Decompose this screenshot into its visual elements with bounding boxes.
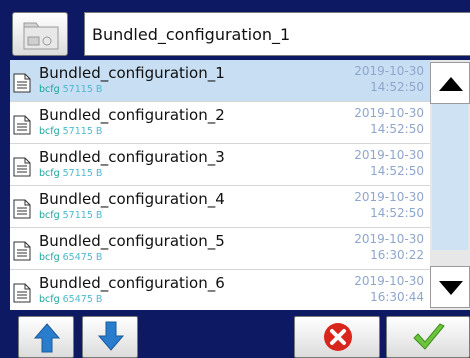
- file-list[interactable]: Bundled_configuration_1 bcfg 57115 B 2019-1…: [0, 60, 430, 310]
- file-size: 57115 B: [62, 168, 103, 179]
- move-up-button[interactable]: [18, 316, 74, 358]
- cancel-button[interactable]: [294, 316, 380, 358]
- file-name: Bundled_configuration_5: [39, 232, 225, 250]
- file-time: 14:52:50: [370, 164, 424, 178]
- cancel-icon: [324, 323, 352, 351]
- file-icon: [13, 283, 31, 307]
- triangle-down-icon: [439, 281, 463, 295]
- arrow-down-icon: [98, 321, 124, 351]
- file-meta: bcfg 65475 B: [39, 252, 102, 263]
- file-time: 14:52:50: [370, 206, 424, 220]
- file-date: 2019-10-30: [354, 232, 424, 246]
- triangle-up-icon: [439, 77, 463, 91]
- file-size: 65475 B: [62, 252, 103, 263]
- file-extension: bcfg: [39, 126, 60, 137]
- file-date: 2019-10-30: [354, 64, 424, 78]
- file-meta: bcfg 57115 B: [39, 168, 102, 179]
- file-name: Bundled_configuration_1: [39, 64, 225, 82]
- arrow-up-icon: [34, 323, 60, 353]
- scrollbar[interactable]: [430, 60, 470, 310]
- file-size: 57115 B: [62, 126, 103, 137]
- file-meta: bcfg 57115 B: [39, 210, 102, 221]
- file-size: 57115 B: [62, 84, 103, 95]
- file-date: 2019-10-30: [354, 148, 424, 162]
- scroll-down-button[interactable]: [430, 266, 470, 308]
- file-date: 2019-10-30: [354, 190, 424, 204]
- file-meta: bcfg 65475 B: [39, 294, 102, 305]
- scroll-thumb[interactable]: [432, 104, 468, 250]
- file-time: 14:52:50: [370, 80, 424, 94]
- file-extension: bcfg: [39, 294, 60, 305]
- scroll-up-button[interactable]: [430, 62, 470, 104]
- file-row[interactable]: Bundled_configuration_1 bcfg 57115 B 2019-1…: [10, 60, 430, 102]
- file-row[interactable]: Bundled_configuration_3 bcfg 57115 B 2019-1…: [10, 144, 430, 186]
- file-date: 2019-10-30: [354, 106, 424, 120]
- file-name: Bundled_configuration_3: [39, 148, 225, 166]
- file-name: Bundled_configuration_2: [39, 106, 225, 124]
- header-bar: [0, 0, 470, 60]
- confirm-button[interactable]: [386, 316, 470, 358]
- file-date: 2019-10-30: [354, 274, 424, 288]
- bottom-toolbar: [0, 310, 470, 358]
- move-down-button[interactable]: [82, 316, 138, 358]
- file-time: 16:30:22: [370, 248, 424, 262]
- filename-input[interactable]: [84, 12, 470, 56]
- file-row[interactable]: Bundled_configuration_4 bcfg 57115 B 2019-1…: [10, 186, 430, 228]
- file-icon: [13, 199, 31, 223]
- file-row[interactable]: Bundled_configuration_6 bcfg 65475 B 2019-1…: [10, 270, 430, 310]
- file-size: 65475 B: [62, 294, 103, 305]
- file-name: Bundled_configuration_6: [39, 274, 225, 292]
- file-icon: [13, 73, 31, 97]
- checkmark-icon: [413, 323, 445, 350]
- file-icon: [13, 115, 31, 139]
- folder-button[interactable]: [12, 12, 68, 56]
- file-extension: bcfg: [39, 84, 60, 95]
- file-name: Bundled_configuration_4: [39, 190, 225, 208]
- file-row[interactable]: Bundled_configuration_5 bcfg 65475 B 2019-1…: [10, 228, 430, 270]
- file-row[interactable]: Bundled_configuration_2 bcfg 57115 B 2019-1…: [10, 102, 430, 144]
- file-icon: [13, 157, 31, 181]
- file-extension: bcfg: [39, 252, 60, 263]
- file-extension: bcfg: [39, 168, 60, 179]
- file-time: 14:52:50: [370, 122, 424, 136]
- file-time: 16:30:44: [370, 290, 424, 304]
- file-extension: bcfg: [39, 210, 60, 221]
- folder-icon: [23, 22, 59, 50]
- file-icon: [13, 241, 31, 265]
- file-meta: bcfg 57115 B: [39, 126, 102, 137]
- file-size: 57115 B: [62, 210, 103, 221]
- file-meta: bcfg 57115 B: [39, 84, 102, 95]
